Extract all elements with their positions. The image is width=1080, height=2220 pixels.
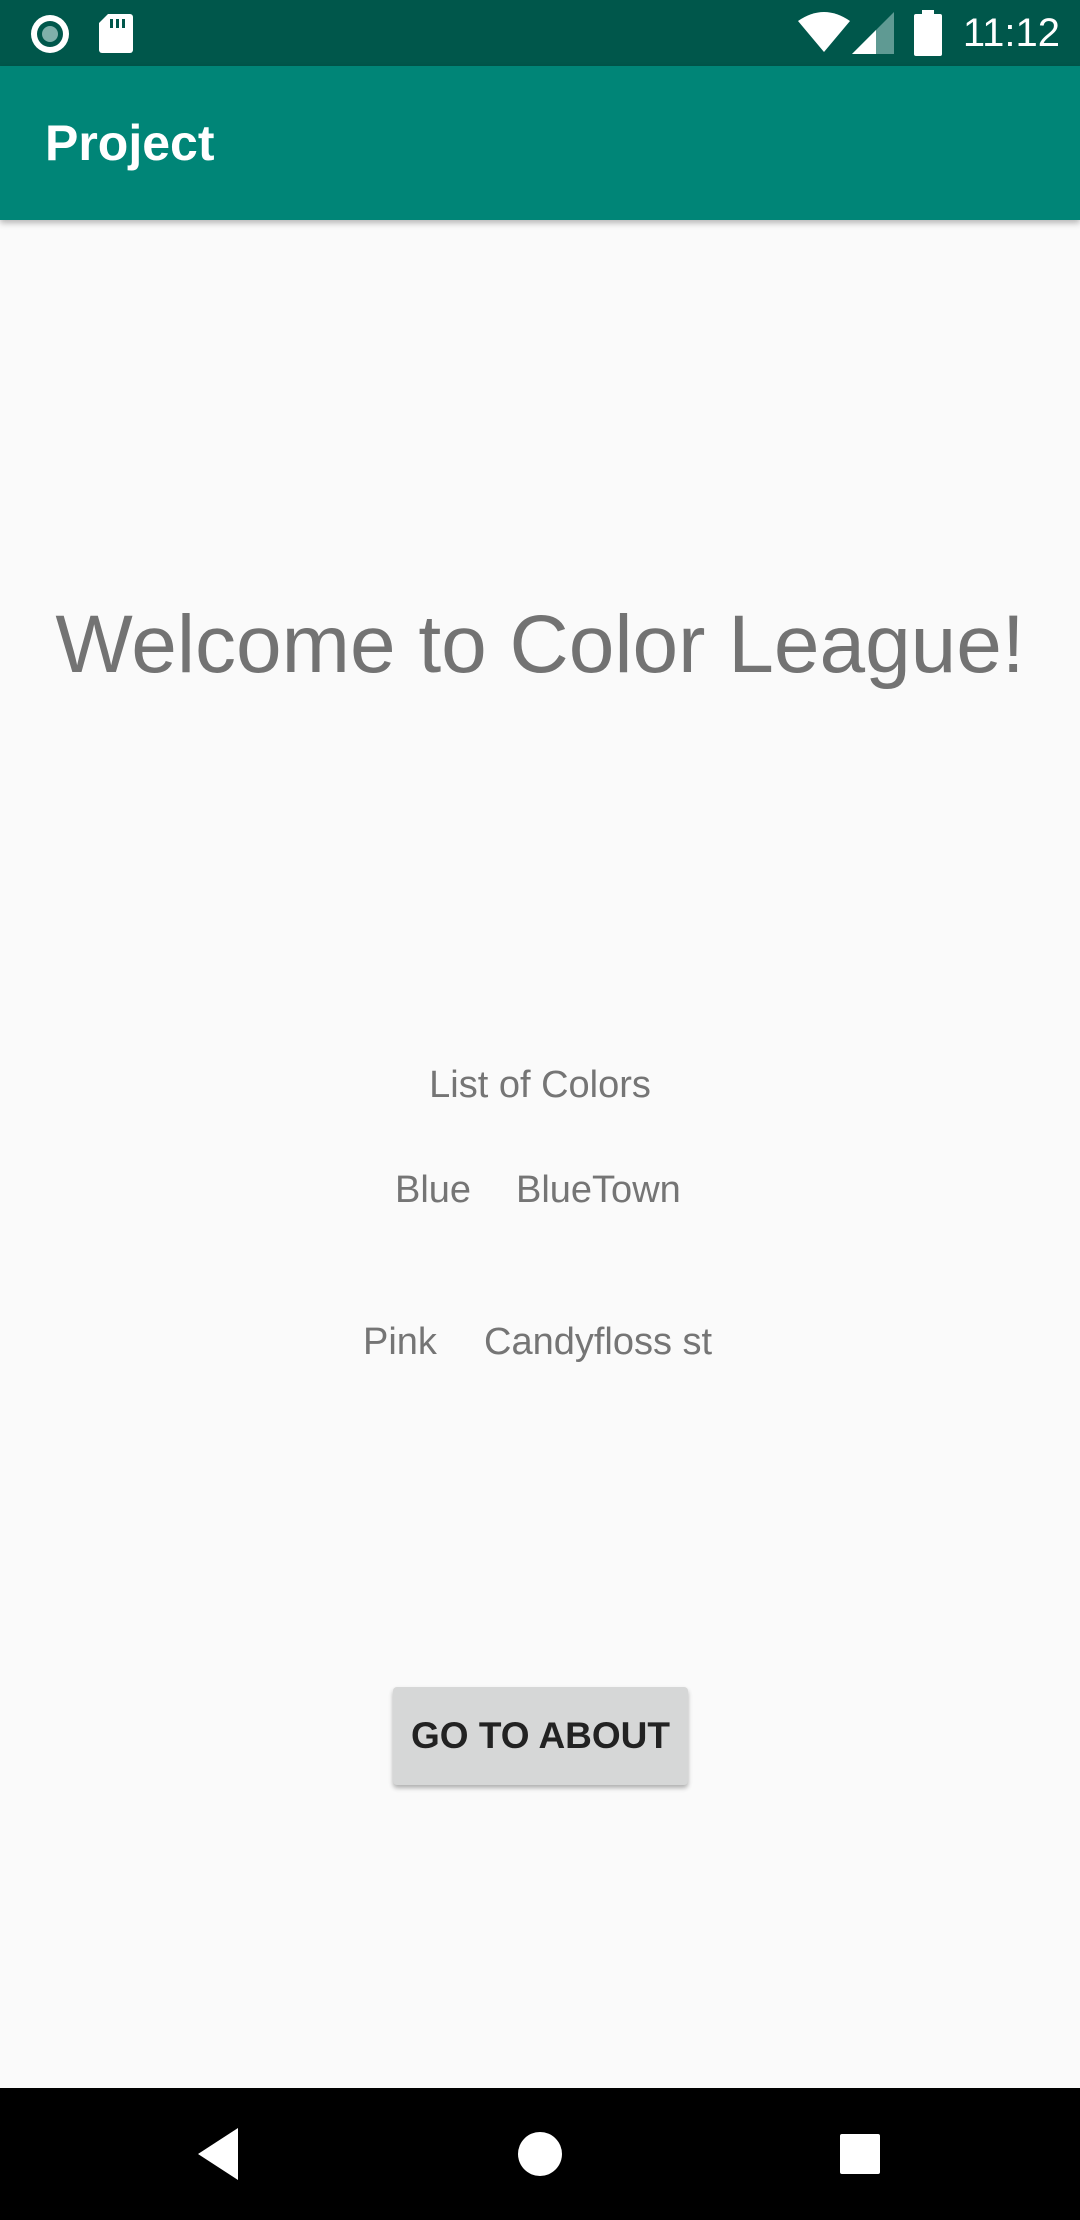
navigation-bar — [0, 2088, 1080, 2220]
status-time: 11:12 — [962, 11, 1060, 55]
home-icon — [518, 2132, 562, 2176]
list-item: Pink Candyfloss st — [0, 1312, 1080, 1372]
go-to-about-button[interactable]: GO TO ABOUT — [393, 1687, 688, 1785]
battery-icon — [914, 10, 942, 56]
app-title: Project — [45, 115, 215, 171]
color-name: Blue — [395, 1169, 472, 1211]
back-icon — [198, 2128, 238, 2180]
list-title: List of Colors — [429, 1064, 651, 1106]
wifi-icon — [798, 12, 850, 52]
status-bar: 11:12 — [0, 0, 1080, 66]
color-place: Candyfloss st — [484, 1321, 713, 1363]
back-button[interactable] — [154, 2088, 286, 2220]
sd-card-icon — [99, 14, 133, 53]
record-icon — [31, 15, 69, 53]
color-place: BlueTown — [516, 1169, 681, 1211]
cellular-signal-icon — [852, 12, 894, 54]
recents-icon — [840, 2134, 880, 2174]
list-item: Blue BlueTown — [0, 1160, 1080, 1220]
welcome-heading: Welcome to Color League! — [55, 599, 1025, 690]
app-bar: Project — [0, 66, 1080, 220]
home-button[interactable] — [474, 2088, 606, 2220]
recents-button[interactable] — [794, 2088, 926, 2220]
color-name: Pink — [363, 1321, 437, 1363]
